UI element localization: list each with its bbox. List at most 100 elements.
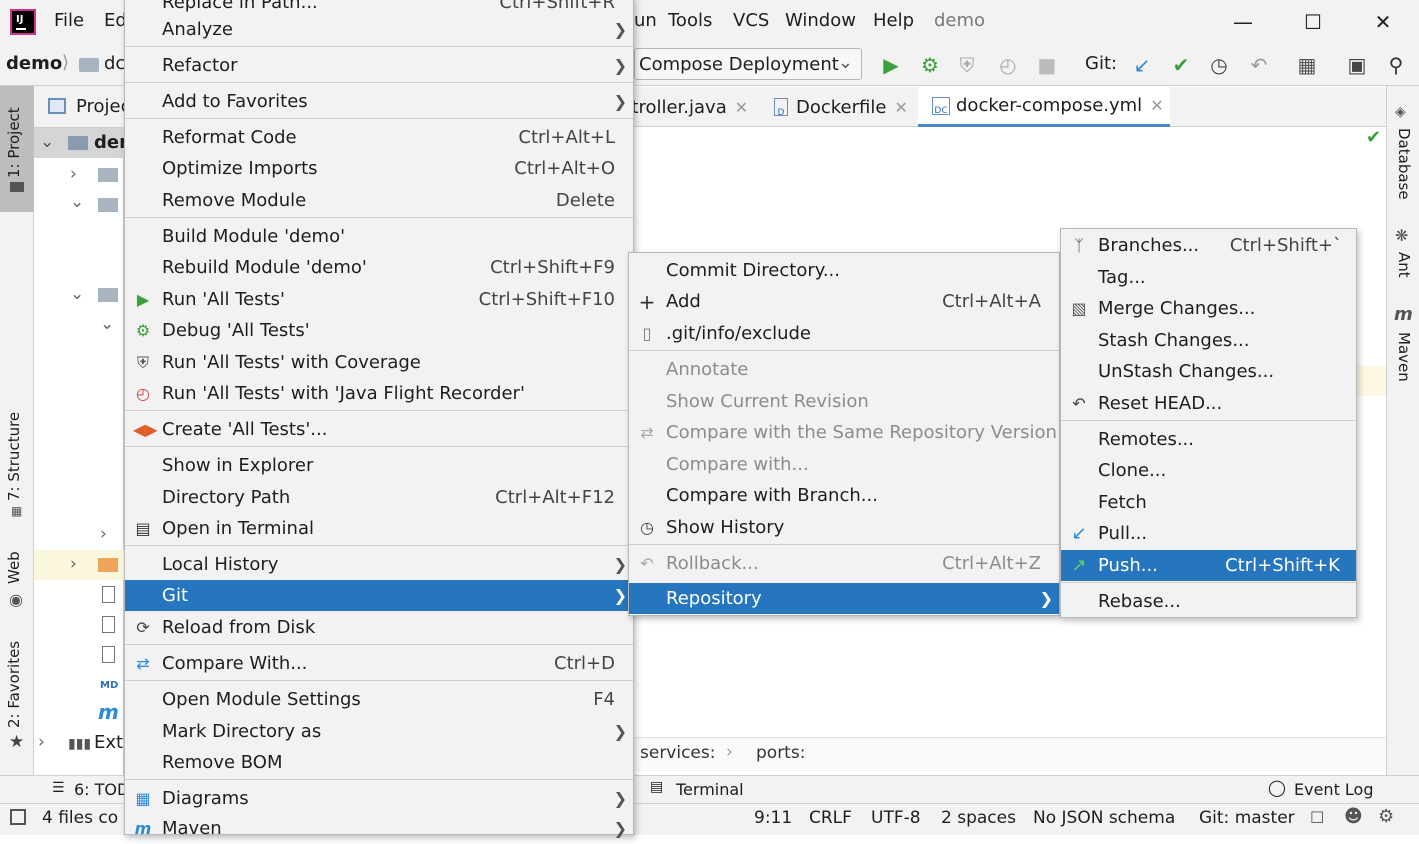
menu-item-tag[interactable]: Tag... xyxy=(1061,262,1356,293)
run-config-dropdown[interactable]: Compose Deployment ⌄ xyxy=(634,48,862,80)
menu-item-push[interactable]: ↗ Push... Ctrl+Shift+K xyxy=(1061,550,1356,581)
menu-item-run-all-tests[interactable]: ▶ Run 'All Tests' Ctrl+Shift+F10 xyxy=(125,284,633,315)
menu-item-rebase[interactable]: Rebase... xyxy=(1061,586,1356,617)
todo-tool-button[interactable]: 6: TOD xyxy=(74,780,129,799)
close-icon[interactable]: ✕ xyxy=(735,98,748,117)
menu-item-remove-bom[interactable]: Remove BOM xyxy=(125,747,633,778)
menu-item-show-history[interactable]: ◷ Show History xyxy=(629,512,1059,543)
git-branch[interactable]: Git: master xyxy=(1199,808,1295,828)
menu-item-debug-all-tests[interactable]: ⚙ Debug 'All Tests' xyxy=(125,315,633,346)
menu-item-merge-changes[interactable]: ▧ Merge Changes... xyxy=(1061,293,1356,324)
indent-setting[interactable]: 2 spaces xyxy=(941,808,1016,828)
menu-item-add[interactable]: + Add Ctrl+Alt+A xyxy=(629,286,1059,317)
menu-item-create-all-tests[interactable]: ◀▶ Create 'All Tests'... xyxy=(125,414,633,445)
menu-item-refactor[interactable]: Refactor ❯ xyxy=(125,50,633,81)
breadcrumb-folder[interactable]: dc xyxy=(104,53,125,74)
tab-dockerfile[interactable]: D Dockerfile ✕ xyxy=(774,87,908,127)
project-panel-header[interactable]: Projec xyxy=(76,96,131,117)
debug-icon[interactable]: ⚙ xyxy=(918,53,942,77)
terminal-tool-button[interactable]: Terminal xyxy=(676,780,744,799)
search-icon[interactable]: ⚲ xyxy=(1384,53,1408,77)
menu-item-compare-with-dots[interactable]: Compare with... xyxy=(629,449,1059,480)
menu-item-fetch[interactable]: Fetch xyxy=(1061,487,1356,518)
lock-icon[interactable]: ☐ xyxy=(1310,808,1324,827)
vcs-commit-icon[interactable]: ✔ xyxy=(1169,53,1193,77)
menu-item-git[interactable]: Git ❯ xyxy=(125,580,633,611)
menu-item-run-with-jfr[interactable]: ◴ Run 'All Tests' with 'Java Flight Reco… xyxy=(125,378,633,409)
breadcrumb-services[interactable]: services: xyxy=(640,743,715,763)
chevron-down-icon[interactable]: ⌄ xyxy=(100,314,114,334)
menu-item-optimize-imports[interactable]: Optimize Imports Ctrl+Alt+O xyxy=(125,153,633,184)
project-structure-icon[interactable]: ▦ xyxy=(1295,53,1319,77)
menu-item-open-module-settings[interactable]: Open Module Settings F4 xyxy=(125,684,633,715)
tab-docker-compose[interactable]: DC docker-compose.yml ✕ xyxy=(918,87,1170,127)
menu-item-annotate[interactable]: Annotate xyxy=(629,354,1059,385)
menu-item-compare-with-branch[interactable]: Compare with Branch... xyxy=(629,480,1059,511)
chevron-right-icon[interactable]: › xyxy=(38,732,45,752)
menu-help[interactable]: Help xyxy=(873,10,914,31)
vcs-update-icon[interactable]: ↙ xyxy=(1130,53,1154,77)
menu-item-stash-changes[interactable]: Stash Changes... xyxy=(1061,325,1356,356)
close-icon[interactable]: ✕ xyxy=(1150,96,1163,115)
menu-window[interactable]: Window xyxy=(785,10,856,31)
menu-item-reset-head[interactable]: ↶ Reset HEAD... xyxy=(1061,388,1356,419)
menu-item-reload-from-disk[interactable]: ⟳ Reload from Disk xyxy=(125,612,633,643)
menu-item-commit-directory[interactable]: Commit Directory... xyxy=(629,255,1059,286)
ant-tool-label[interactable]: Ant xyxy=(1395,252,1413,278)
run-icon[interactable]: ▶ xyxy=(879,53,903,77)
web-tool-label[interactable]: Web xyxy=(5,551,23,584)
breadcrumb-ports[interactable]: ports: xyxy=(756,743,805,763)
profile-icon[interactable]: ◴ xyxy=(996,53,1020,77)
menu-item-local-history[interactable]: Local History ❯ xyxy=(125,549,633,580)
menu-run[interactable]: un xyxy=(634,10,657,31)
line-separator[interactable]: CRLF xyxy=(809,808,852,828)
caret-position[interactable]: 9:11 xyxy=(754,808,792,828)
menu-tools[interactable]: Tools xyxy=(668,10,712,31)
menu-vcs[interactable]: VCS xyxy=(733,10,769,31)
inspector-icon[interactable]: ☻ xyxy=(1344,806,1363,827)
menu-item-directory-path[interactable]: Directory Path Ctrl+Alt+F12 xyxy=(125,482,633,513)
menu-item-remove-module[interactable]: Remove Module Delete xyxy=(125,185,633,216)
chevron-down-icon[interactable]: ⌄ xyxy=(70,284,84,304)
tab-controller-java[interactable]: ntroller.java ✕ xyxy=(620,87,748,127)
menu-item-rollback[interactable]: ↶ Rollback... Ctrl+Alt+Z xyxy=(629,548,1059,579)
file-encoding[interactable]: UTF-8 xyxy=(871,808,921,828)
memory-indicator-icon[interactable]: ⚙ xyxy=(1378,806,1394,827)
toggle-tool-windows-icon[interactable] xyxy=(10,809,26,825)
menu-item-show-in-explorer[interactable]: Show in Explorer xyxy=(125,450,633,481)
menu-item-run-with-coverage[interactable]: ⛨ Run 'All Tests' with Coverage xyxy=(125,347,633,378)
menu-file[interactable]: File xyxy=(54,10,84,31)
menu-item-build-module[interactable]: Build Module 'demo' xyxy=(125,221,633,252)
favorites-tool-label[interactable]: 2: Favorites xyxy=(5,641,23,728)
project-tool-label[interactable]: 1: Project xyxy=(5,107,23,178)
presentation-icon[interactable]: ▣ xyxy=(1345,53,1369,77)
close-window-button[interactable]: ✕ xyxy=(1368,8,1398,36)
stop-icon[interactable]: ■ xyxy=(1035,53,1059,77)
vcs-rollback-icon[interactable]: ↶ xyxy=(1247,53,1271,77)
chevron-right-icon[interactable]: › xyxy=(100,524,107,544)
menu-item-mark-directory-as[interactable]: Mark Directory as ❯ xyxy=(125,716,633,747)
menu-item-compare-with[interactable]: ⇄ Compare With... Ctrl+D xyxy=(125,648,633,679)
minimize-button[interactable]: — xyxy=(1228,8,1258,36)
close-icon[interactable]: ✕ xyxy=(894,98,907,117)
menu-item-git-exclude[interactable]: ▯ .git/info/exclude xyxy=(629,318,1059,349)
menu-item-repository[interactable]: Repository ❯ xyxy=(629,583,1059,614)
menu-item-branches[interactable]: ᛉ Branches... Ctrl+Shift+` xyxy=(1061,230,1356,261)
chevron-down-icon[interactable]: ⌄ xyxy=(40,132,54,152)
menu-item-compare-same-repo-version[interactable]: ⇄ Compare with the Same Repository Versi… xyxy=(629,417,1059,448)
breadcrumb-project[interactable]: demo xyxy=(6,53,62,74)
structure-tool-label[interactable]: 7: Structure xyxy=(5,412,23,501)
menu-item-pull[interactable]: ↙ Pull... xyxy=(1061,518,1356,549)
menu-item-diagrams[interactable]: ▦ Diagrams ❯ xyxy=(125,783,633,814)
menu-item-analyze[interactable]: Analyze ❯ xyxy=(125,14,633,45)
menu-item-unstash-changes[interactable]: UnStash Changes... xyxy=(1061,356,1356,387)
menu-item-rebuild-module[interactable]: Rebuild Module 'demo' Ctrl+Shift+F9 xyxy=(125,252,633,283)
menu-item-clone[interactable]: Clone... xyxy=(1061,455,1356,486)
database-tool-label[interactable]: Database xyxy=(1395,128,1413,200)
menu-item-show-current-revision[interactable]: Show Current Revision xyxy=(629,386,1059,417)
maven-tool-label[interactable]: Maven xyxy=(1395,332,1413,382)
status-message[interactable]: 4 files co xyxy=(42,808,118,828)
chevron-right-icon[interactable]: › xyxy=(70,554,77,574)
menu-item-add-to-favorites[interactable]: Add to Favorites ❯ xyxy=(125,86,633,117)
menu-item-remotes[interactable]: Remotes... xyxy=(1061,424,1356,455)
